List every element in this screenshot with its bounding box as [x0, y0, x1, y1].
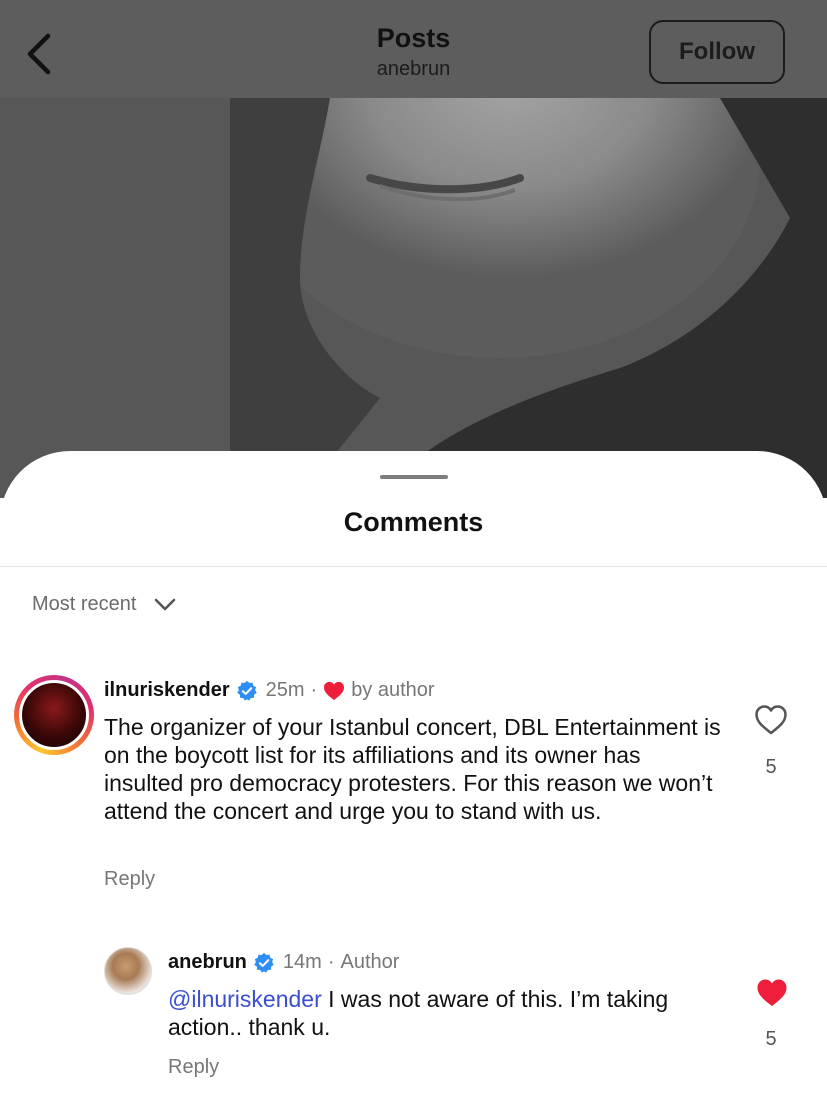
avatar[interactable]: [104, 947, 152, 995]
sort-label: Most recent: [32, 593, 137, 615]
liked-by-author-label: by author: [351, 679, 435, 701]
author-badge: Author: [340, 951, 400, 973]
drag-handle[interactable]: [380, 475, 448, 479]
separator-dot: ·: [310, 679, 318, 701]
post-photo: [0, 98, 827, 498]
sheet-title: Comments: [343, 507, 484, 537]
comment-meta: anebrun 14m · Author: [168, 951, 399, 974]
avatar[interactable]: [14, 675, 94, 755]
reply-button[interactable]: Reply: [104, 868, 155, 891]
follow-button[interactable]: Follow: [649, 20, 785, 84]
comment-username[interactable]: ilnuriskender: [104, 679, 230, 702]
sort-dropdown[interactable]: Most recent: [32, 593, 176, 616]
verified-badge-icon: [254, 952, 274, 973]
heart-filled-icon[interactable]: [755, 977, 789, 1009]
reply-button[interactable]: Reply: [168, 1056, 219, 1079]
heart-icon: [324, 681, 345, 700]
avatar-image: [19, 680, 89, 750]
comment-meta: ilnuriskender 25m · by author: [104, 679, 435, 702]
like-count: 5: [765, 1028, 777, 1050]
verified-badge-icon: [236, 680, 257, 701]
divider: [0, 566, 827, 567]
comment-time: 25m: [265, 679, 305, 701]
comment-time: 14m: [282, 951, 322, 973]
separator-dot: ·: [327, 951, 335, 973]
top-bar: Posts anebrun Follow: [0, 0, 827, 98]
comment-username[interactable]: anebrun: [168, 951, 247, 974]
mention-link[interactable]: @ilnuriskender: [168, 986, 322, 1012]
heart-outline-icon[interactable]: [754, 704, 788, 736]
chevron-down-icon: [155, 598, 176, 610]
comment-text: @ilnuriskender I was not aware of this. …: [168, 985, 688, 1041]
comment-text: The organizer of your Istanbul concert, …: [104, 714, 721, 824]
comments-sheet: Comments Most recent ilnuriskender 25m ·…: [0, 451, 827, 1116]
like-count: 5: [765, 756, 777, 778]
